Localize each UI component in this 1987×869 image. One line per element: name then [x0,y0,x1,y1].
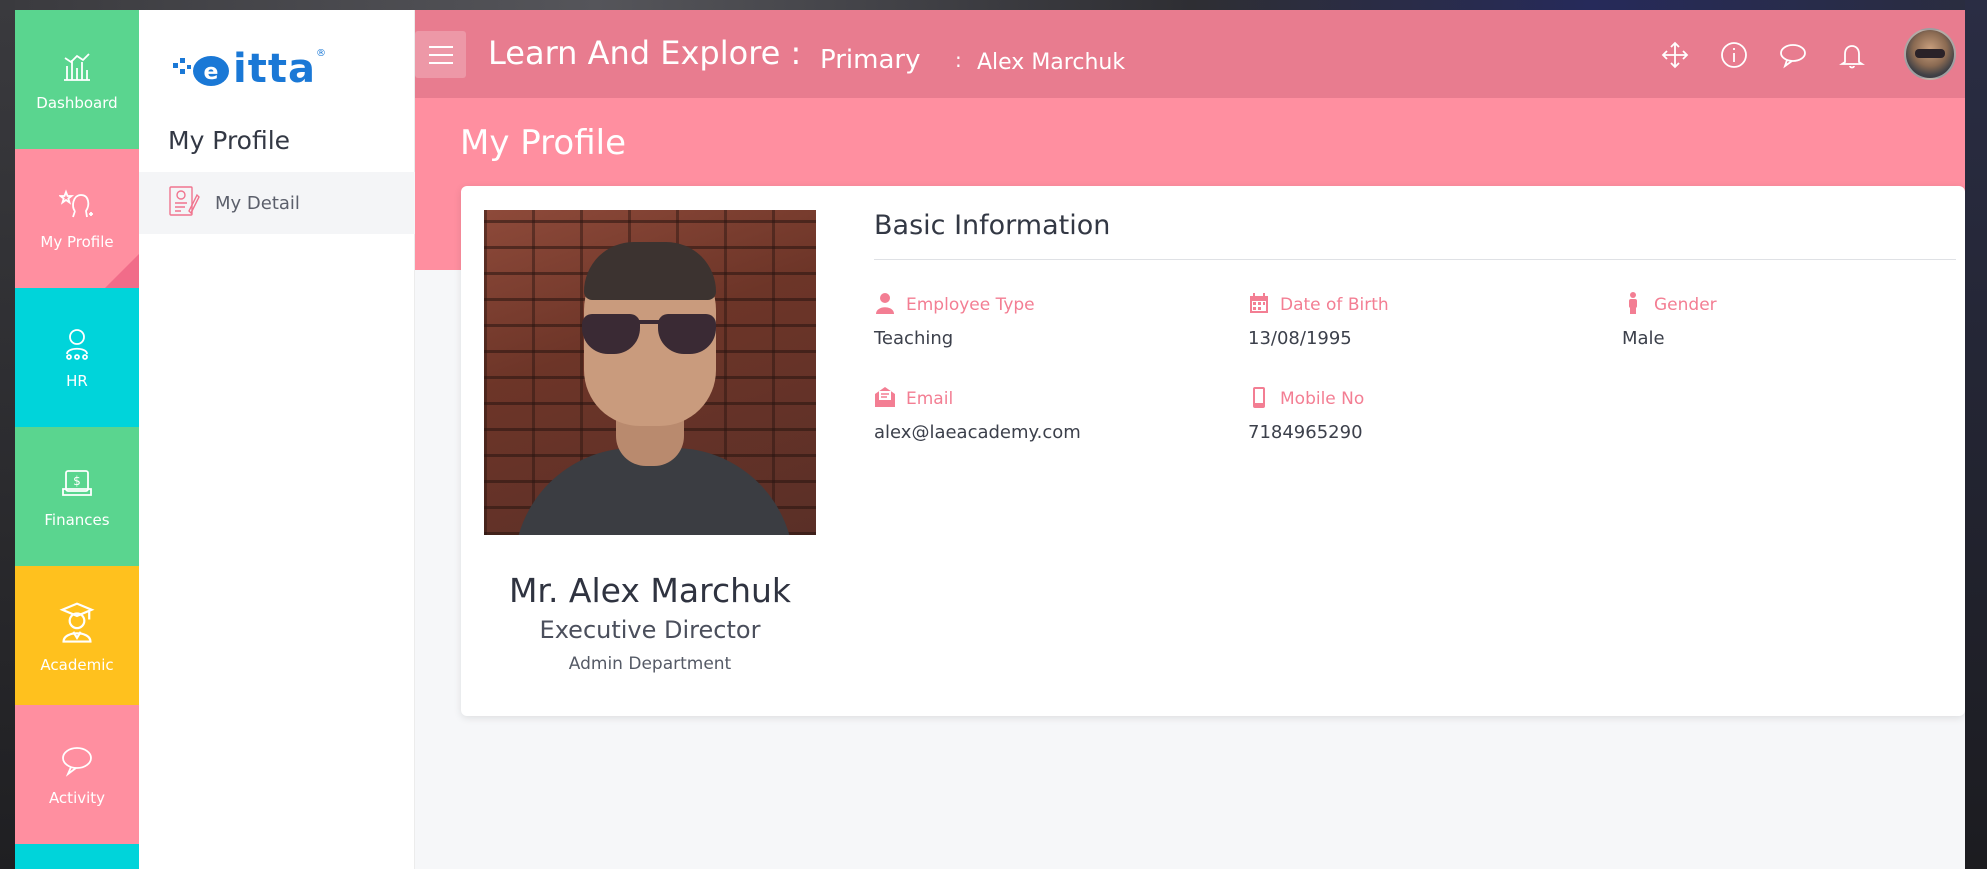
desktop-backdrop [0,0,1987,10]
top-bar: Learn And Explore : Primary : Alex March… [415,10,1965,98]
info-icon[interactable] [1717,38,1751,72]
field-employee-type: Employee Type Teaching [874,292,1204,349]
bar-chart-icon [59,48,95,88]
basic-info-title: Basic Information [874,210,1111,241]
field-mobile-no: Mobile No 7184965290 [1248,386,1578,443]
profile-name: Mr. Alex Marchuk [508,571,792,610]
rail-item-my-profile[interactable]: My Profile [15,149,139,288]
male-icon [1622,291,1654,319]
field-label: Employee Type [906,295,1035,315]
rail-label: Academic [40,655,114,674]
app-window: Dashboard My Profile HR $ Finances Acade… [15,10,1965,869]
profile-department: Admin Department [568,654,732,674]
module-rail: Dashboard My Profile HR $ Finances Acade… [15,10,139,869]
money-box-icon: $ [59,465,95,505]
rail-label: Dashboard [36,93,118,112]
employee-icon [874,292,906,319]
profile-photo [484,210,816,535]
rail-item-hr[interactable]: HR [15,288,139,427]
field-label: Date of Birth [1280,295,1389,315]
section-divider [874,259,1956,260]
app-title: Learn And Explore : [488,34,802,72]
field-label: Gender [1654,295,1717,315]
brand-logo: e itta ® [171,44,326,94]
subnav-item-label: My Detail [215,192,300,214]
field-value: 7184965290 [1248,422,1363,443]
rail-item-activity[interactable]: Activity [15,705,139,844]
field-value: Teaching [874,328,954,349]
rail-label: My Profile [40,232,114,251]
calendar-icon [1248,292,1280,319]
desktop-backdrop-right [1965,0,1987,869]
sub-sidebar: e itta ® My Profile My Detail [139,10,415,869]
field-value: alex@laeacademy.com [874,422,1081,443]
profile-star-icon [57,187,95,227]
graduate-icon [55,598,99,650]
speech-bubble-icon [59,743,95,783]
rail-item-academic[interactable]: Academic [15,566,139,705]
profile-card: Mr. Alex Marchuk Executive Director Admi… [461,186,1965,716]
rail-label: Finances [44,510,110,529]
brand-name: itta [233,46,316,92]
profile-role: Executive Director [539,616,761,644]
field-value: Male [1622,328,1665,349]
user-avatar[interactable] [1904,28,1956,80]
mobile-icon [1248,386,1280,413]
bell-icon[interactable] [1835,38,1869,72]
page-title: My Profile [460,123,626,163]
rail-item-more[interactable] [15,844,139,869]
desktop-backdrop-left [0,0,15,869]
breadcrumb-section[interactable]: Primary [820,45,920,75]
field-label: Mobile No [1280,389,1365,409]
menu-toggle-button[interactable] [415,31,466,78]
move-arrows-icon[interactable] [1658,38,1692,72]
subnav-item-my-detail[interactable]: My Detail [139,172,415,234]
field-value: 13/08/1995 [1248,328,1352,349]
svg-text:$: $ [73,474,81,488]
email-icon [874,386,906,413]
field-date-of-birth: Date of Birth 13/08/1995 [1248,292,1578,349]
rail-label: Activity [48,788,106,807]
svg-text:e: e [204,60,219,85]
registered-mark: ® [315,48,326,59]
breadcrumb-separator: : [955,48,962,72]
rail-item-dashboard[interactable]: Dashboard [15,10,139,149]
cloud-logo-icon: e [171,49,231,89]
rail-label: HR [66,371,88,390]
subnav-title: My Profile [168,126,291,155]
breadcrumb-user[interactable]: Alex Marchuk [977,50,1125,75]
field-label: Email [906,389,954,409]
field-email: Email alex@laeacademy.com [874,386,1204,443]
field-gender: Gender Male [1622,291,1952,349]
detail-document-icon [167,183,201,223]
chat-icon[interactable] [1776,38,1810,72]
person-network-icon [59,326,95,366]
rail-item-finances[interactable]: $ Finances [15,427,139,566]
